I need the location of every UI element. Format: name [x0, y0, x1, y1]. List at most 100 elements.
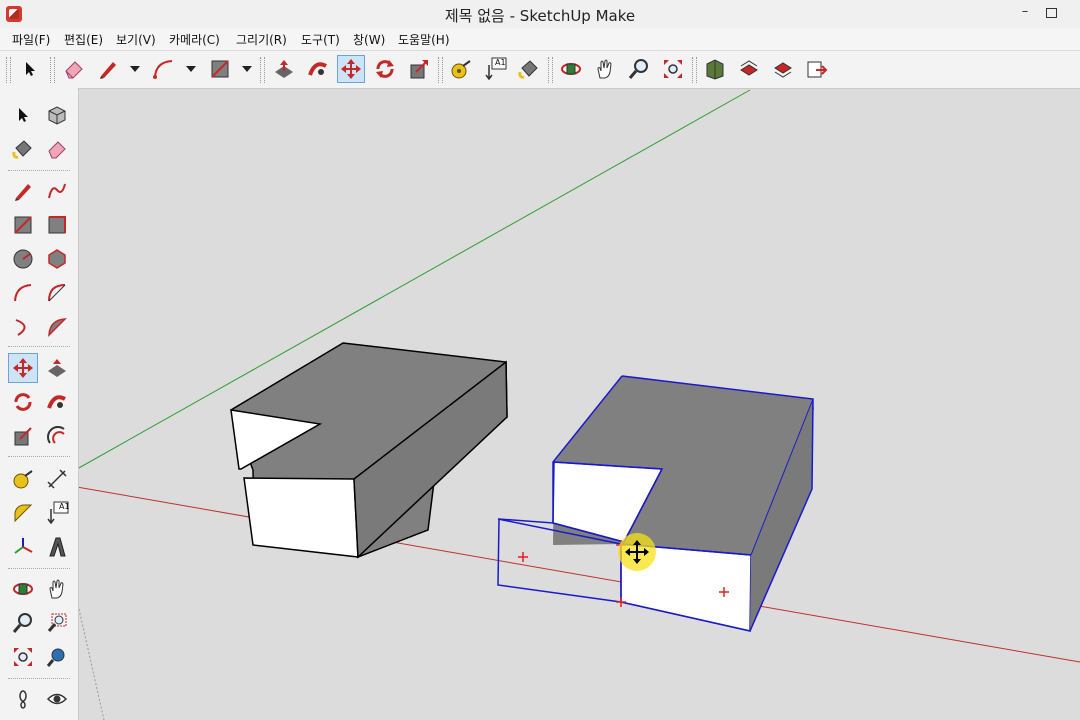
- rectangle-tool-button[interactable]: [206, 55, 234, 83]
- 3d-text-icon: [49, 537, 66, 557]
- pan-tool-button[interactable]: [591, 55, 619, 83]
- line-dropdown-chevron-icon[interactable]: [130, 66, 140, 72]
- rotate-tool-button[interactable]: [8, 387, 38, 417]
- 3d-text-tool-button[interactable]: [42, 532, 72, 562]
- scale-tool-button[interactable]: [8, 421, 38, 451]
- offset-icon: [47, 426, 65, 444]
- title-bar: 제목 없음 - SketchUp Make –: [0, 0, 1080, 29]
- menu-window[interactable]: 창(W): [353, 31, 385, 48]
- eraser-tool-button[interactable]: [42, 134, 72, 164]
- circle-tool-button[interactable]: [8, 244, 38, 274]
- 3d-warehouse-button[interactable]: [701, 55, 729, 83]
- arc-tool-button[interactable]: [8, 278, 38, 308]
- minimize-button[interactable]: –: [1014, 2, 1036, 24]
- offset-tool-button[interactable]: [42, 421, 72, 451]
- rectangle-tool-button[interactable]: [8, 210, 38, 240]
- paint-bucket-tool-button[interactable]: [515, 55, 543, 83]
- orbit-tool-button[interactable]: [557, 55, 585, 83]
- move-tool-button[interactable]: [8, 353, 38, 383]
- text-tool-label: A1: [495, 58, 506, 67]
- pie-tool-button[interactable]: [42, 312, 72, 342]
- pie-icon: [48, 318, 67, 337]
- selected-moving-block[interactable]: [497, 375, 814, 632]
- menu-file[interactable]: 파일(F): [12, 31, 50, 48]
- select-tool-button[interactable]: [16, 55, 44, 83]
- menu-edit[interactable]: 편집(E): [64, 31, 103, 48]
- zoom-tool-button[interactable]: [8, 608, 38, 638]
- share-model-icon: [740, 60, 758, 76]
- axes-tool-button[interactable]: [8, 532, 38, 562]
- move-tool-button[interactable]: [337, 55, 365, 83]
- toolbar-grip[interactable]: [692, 57, 697, 83]
- toolbar-grip[interactable]: [6, 57, 11, 83]
- zoom-extents-icon: [14, 648, 32, 666]
- tape-measure-tool-button[interactable]: [8, 464, 38, 494]
- freehand-tool-button[interactable]: [42, 176, 72, 206]
- send-to-layout-button[interactable]: [803, 55, 831, 83]
- toolbar-grip[interactable]: [260, 57, 265, 83]
- orbit-icon: [561, 63, 581, 75]
- select-tool-button[interactable]: [8, 100, 38, 130]
- polygon-tool-button[interactable]: [42, 244, 72, 274]
- three-point-arc-tool-button[interactable]: [8, 312, 38, 342]
- zoom-window-tool-button[interactable]: [42, 608, 72, 638]
- extension-warehouse-button[interactable]: [769, 55, 797, 83]
- orbit-icon: [13, 583, 33, 595]
- text-tool-button[interactable]: A1: [481, 55, 509, 83]
- menu-view[interactable]: 보기(V): [116, 31, 156, 48]
- toolbar-grip[interactable]: [438, 57, 443, 83]
- rotate-tool-button[interactable]: [371, 55, 399, 83]
- rectangle-icon: [14, 216, 32, 234]
- push-pull-tool-button[interactable]: [42, 353, 72, 383]
- menu-draw[interactable]: 그리기(R): [236, 31, 287, 48]
- follow-me-icon: [308, 62, 327, 76]
- toolbar-grip[interactable]: [50, 57, 55, 83]
- dimension-tool-button[interactable]: [42, 464, 72, 494]
- pan-tool-button[interactable]: [42, 574, 72, 604]
- menu-camera[interactable]: 카메라(C): [169, 31, 220, 48]
- menu-help[interactable]: 도움말(H): [398, 31, 450, 48]
- tape-measure-tool-button[interactable]: [447, 55, 475, 83]
- follow-me-tool-button[interactable]: [304, 55, 332, 83]
- shape-dropdown-chevron-icon[interactable]: [242, 66, 252, 72]
- window-title: 제목 없음 - SketchUp Make: [444, 7, 636, 25]
- text-tool-button[interactable]: A1: [42, 498, 72, 528]
- arc-tool-button[interactable]: [150, 55, 178, 83]
- make-component-button[interactable]: [42, 100, 72, 130]
- previous-view-button[interactable]: [42, 642, 72, 672]
- hand-icon: [597, 59, 612, 79]
- rotated-rectangle-tool-button[interactable]: [42, 210, 72, 240]
- pencil-icon: [100, 62, 116, 79]
- zoom-extents-tool-button[interactable]: [659, 55, 687, 83]
- orbit-tool-button[interactable]: [8, 574, 38, 604]
- axes-icon: [14, 538, 33, 554]
- look-around-tool-button[interactable]: [42, 684, 72, 714]
- l-shaped-block[interactable]: [230, 342, 508, 559]
- model-canvas[interactable]: [79, 89, 1080, 720]
- dimension-icon: [47, 469, 67, 489]
- zoom-tool-button[interactable]: [625, 55, 653, 83]
- toolbar-grip[interactable]: [548, 57, 553, 83]
- maximize-button[interactable]: [1040, 2, 1062, 24]
- eraser-icon: [48, 141, 66, 159]
- modeling-viewport[interactable]: [79, 89, 1080, 720]
- scale-tool-button[interactable]: [405, 55, 433, 83]
- magnifier-icon: [628, 59, 648, 79]
- follow-me-tool-button[interactable]: [42, 387, 72, 417]
- eraser-tool-button[interactable]: [60, 55, 88, 83]
- push-pull-tool-button[interactable]: [270, 55, 298, 83]
- walk-tool-button[interactable]: [8, 684, 38, 714]
- line-tool-button[interactable]: [8, 176, 38, 206]
- zoom-extents-tool-button[interactable]: [8, 642, 38, 672]
- push-pull-icon: [275, 60, 293, 78]
- warehouse-icon: [706, 59, 724, 80]
- paint-bucket-tool-button[interactable]: [8, 134, 38, 164]
- polygon-icon: [48, 249, 66, 269]
- share-model-button[interactable]: [735, 55, 763, 83]
- arc-dropdown-chevron-icon[interactable]: [186, 66, 196, 72]
- toolbar-divider: [8, 678, 70, 679]
- line-tool-button[interactable]: [94, 55, 122, 83]
- menu-tools[interactable]: 도구(T): [301, 31, 340, 48]
- two-point-arc-tool-button[interactable]: [42, 278, 72, 308]
- protractor-tool-button[interactable]: [8, 498, 38, 528]
